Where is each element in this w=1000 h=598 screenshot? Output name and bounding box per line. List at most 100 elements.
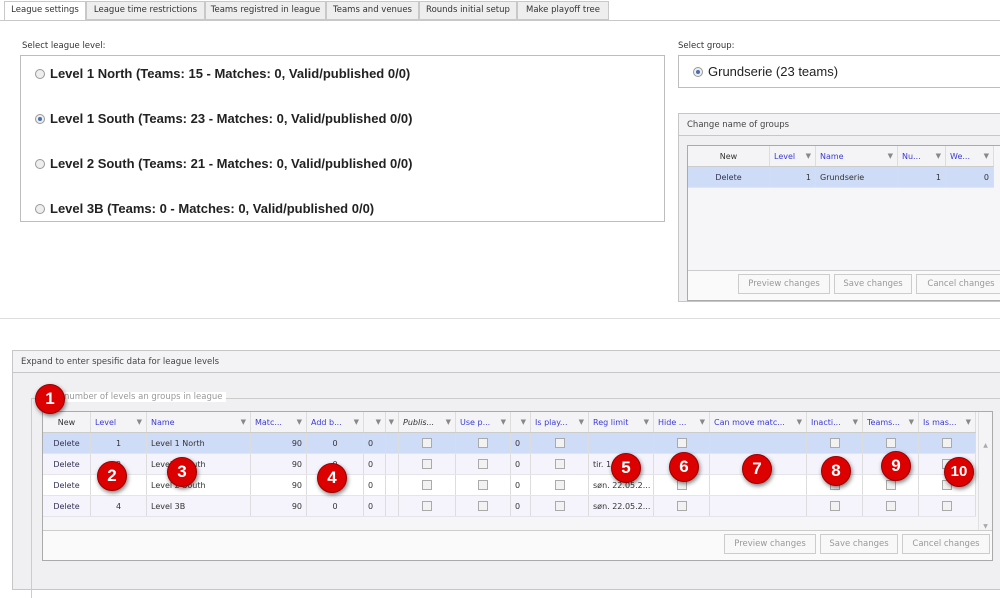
checkbox[interactable] bbox=[676, 501, 687, 511]
checkbox[interactable] bbox=[942, 438, 952, 448]
column-header[interactable]: ▼ bbox=[386, 412, 399, 432]
column-header[interactable]: New bbox=[688, 146, 770, 166]
checkbox[interactable] bbox=[829, 501, 840, 511]
table-row[interactable]: Delete 1 Level 1 North 90 0 0 0 bbox=[43, 433, 976, 454]
filter-icon[interactable]: ▼ bbox=[137, 418, 142, 426]
level-option[interactable]: Level 3B (Teams: 0 - Matches: 0, Valid/p… bbox=[35, 201, 374, 216]
save-changes-button[interactable]: Save changes bbox=[834, 274, 912, 294]
delete-link[interactable]: Delete bbox=[43, 433, 91, 453]
column-header[interactable]: We... ▼ bbox=[946, 146, 994, 166]
delete-link[interactable]: Delete bbox=[43, 475, 91, 495]
levels-panel-title[interactable]: Expand to enter spesific data for league… bbox=[13, 351, 1000, 373]
filter-icon[interactable]: ▼ bbox=[446, 418, 451, 426]
radio-icon[interactable] bbox=[35, 158, 45, 169]
checkbox[interactable] bbox=[478, 480, 488, 490]
checkbox[interactable] bbox=[422, 480, 432, 490]
column-header[interactable]: Level ▼ bbox=[770, 146, 816, 166]
filter-icon[interactable]: ▼ bbox=[806, 152, 811, 160]
column-header[interactable]: Teams... ▼ bbox=[863, 412, 919, 432]
filter-icon[interactable]: ▼ bbox=[909, 418, 914, 426]
filter-icon[interactable]: ▼ bbox=[354, 418, 359, 426]
checkbox[interactable] bbox=[478, 438, 488, 448]
column-header[interactable]: Hide ... ▼ bbox=[654, 412, 710, 432]
filter-icon[interactable]: ▼ bbox=[853, 418, 858, 426]
column-header[interactable]: Name ▼ bbox=[816, 146, 898, 166]
filter-icon[interactable]: ▼ bbox=[501, 418, 506, 426]
checkbox[interactable] bbox=[885, 480, 896, 490]
delete-link[interactable]: Delete bbox=[688, 167, 770, 187]
level-option[interactable]: Level 1 North (Teams: 15 - Matches: 0, V… bbox=[35, 66, 410, 81]
filter-icon[interactable]: ▼ bbox=[579, 418, 584, 426]
tab-make-playoff-tree[interactable]: Make playoff tree bbox=[517, 1, 609, 20]
column-header[interactable]: Name ▼ bbox=[147, 412, 251, 432]
column-header[interactable]: Is mas... ▼ bbox=[919, 412, 976, 432]
checkbox[interactable] bbox=[885, 438, 896, 448]
column-header[interactable]: Level ▼ bbox=[91, 412, 147, 432]
cancel-changes-button[interactable]: Cancel changes bbox=[916, 274, 1000, 294]
column-header[interactable]: Use p... ▼ bbox=[456, 412, 511, 432]
vertical-scrollbar[interactable]: ▲ ▼ bbox=[978, 412, 992, 532]
column-header[interactable]: Add b... ▼ bbox=[307, 412, 364, 432]
checkbox[interactable] bbox=[554, 480, 565, 490]
tab-teams-registred-in-league[interactable]: Teams registred in league bbox=[205, 1, 326, 20]
column-header[interactable]: Publis... ▼ bbox=[399, 412, 456, 432]
checkbox[interactable] bbox=[422, 459, 432, 469]
filter-icon[interactable]: ▼ bbox=[966, 418, 971, 426]
radio-icon[interactable] bbox=[35, 68, 45, 79]
tab-rounds-initial-setup[interactable]: Rounds initial setup bbox=[419, 1, 517, 20]
filter-icon[interactable]: ▼ bbox=[644, 418, 649, 426]
column-header[interactable]: Nu... ▼ bbox=[898, 146, 946, 166]
column-header[interactable]: Inacti... ▼ bbox=[807, 412, 863, 432]
column-header[interactable]: ▼ bbox=[511, 412, 531, 432]
filter-icon[interactable]: ▼ bbox=[241, 418, 246, 426]
filter-icon[interactable]: ▼ bbox=[389, 418, 394, 426]
column-header[interactable]: Is play... ▼ bbox=[531, 412, 589, 432]
tab-league-settings[interactable]: League settings bbox=[4, 1, 86, 21]
scroll-up-icon[interactable]: ▲ bbox=[979, 442, 992, 449]
level-option[interactable]: Level 1 South (Teams: 23 - Matches: 0, V… bbox=[35, 111, 412, 126]
checkbox[interactable] bbox=[554, 459, 565, 469]
filter-icon[interactable]: ▼ bbox=[797, 418, 802, 426]
column-header[interactable]: Reg limit ▼ bbox=[589, 412, 654, 432]
filter-icon[interactable]: ▼ bbox=[376, 418, 381, 426]
table-cell: 90 bbox=[251, 454, 307, 474]
tab-teams-and-venues[interactable]: Teams and venues bbox=[326, 1, 419, 20]
table-row[interactable]: Delete 4 Level 3B 90 0 0 0 søn. 22.05.2... bbox=[43, 496, 976, 517]
column-header[interactable]: Can move matc... ▼ bbox=[710, 412, 807, 432]
cancel-changes-button[interactable]: Cancel changes bbox=[902, 534, 990, 554]
checkbox[interactable] bbox=[422, 438, 432, 448]
scroll-down-icon[interactable]: ▼ bbox=[979, 523, 992, 530]
table-cell bbox=[386, 433, 399, 453]
tab-league-time-restrictions[interactable]: League time restrictions bbox=[86, 1, 205, 20]
preview-changes-button[interactable]: Preview changes bbox=[738, 274, 830, 294]
column-header[interactable]: ▼ bbox=[364, 412, 386, 432]
table-row[interactable]: Delete 1 Grundserie 1 0 bbox=[688, 167, 994, 188]
filter-icon[interactable]: ▼ bbox=[700, 418, 705, 426]
checkbox[interactable] bbox=[885, 501, 896, 511]
filter-icon[interactable]: ▼ bbox=[297, 418, 302, 426]
checkbox[interactable] bbox=[478, 501, 488, 511]
column-header[interactable]: Matc... ▼ bbox=[251, 412, 307, 432]
checkbox[interactable] bbox=[676, 438, 687, 448]
group-option[interactable]: Grundserie (23 teams) bbox=[693, 64, 838, 79]
checkbox[interactable] bbox=[829, 438, 840, 448]
checkbox[interactable] bbox=[942, 501, 952, 511]
column-header[interactable]: New bbox=[43, 412, 91, 432]
filter-icon[interactable]: ▼ bbox=[888, 152, 893, 160]
checkbox[interactable] bbox=[422, 501, 432, 511]
levels-panel[interactable]: Expand to enter spesific data for league… bbox=[12, 350, 1000, 598]
filter-icon[interactable]: ▼ bbox=[984, 152, 989, 160]
delete-link[interactable]: Delete bbox=[43, 496, 91, 516]
filter-icon[interactable]: ▼ bbox=[521, 418, 526, 426]
radio-icon[interactable] bbox=[35, 113, 45, 124]
preview-changes-button[interactable]: Preview changes bbox=[724, 534, 816, 554]
radio-icon[interactable] bbox=[693, 66, 703, 77]
checkbox[interactable] bbox=[554, 501, 565, 511]
checkbox[interactable] bbox=[554, 438, 565, 448]
delete-link[interactable]: Delete bbox=[43, 454, 91, 474]
save-changes-button[interactable]: Save changes bbox=[820, 534, 898, 554]
radio-icon[interactable] bbox=[35, 203, 45, 214]
filter-icon[interactable]: ▼ bbox=[936, 152, 941, 160]
checkbox[interactable] bbox=[478, 459, 488, 469]
level-option[interactable]: Level 2 South (Teams: 21 - Matches: 0, V… bbox=[35, 156, 412, 171]
